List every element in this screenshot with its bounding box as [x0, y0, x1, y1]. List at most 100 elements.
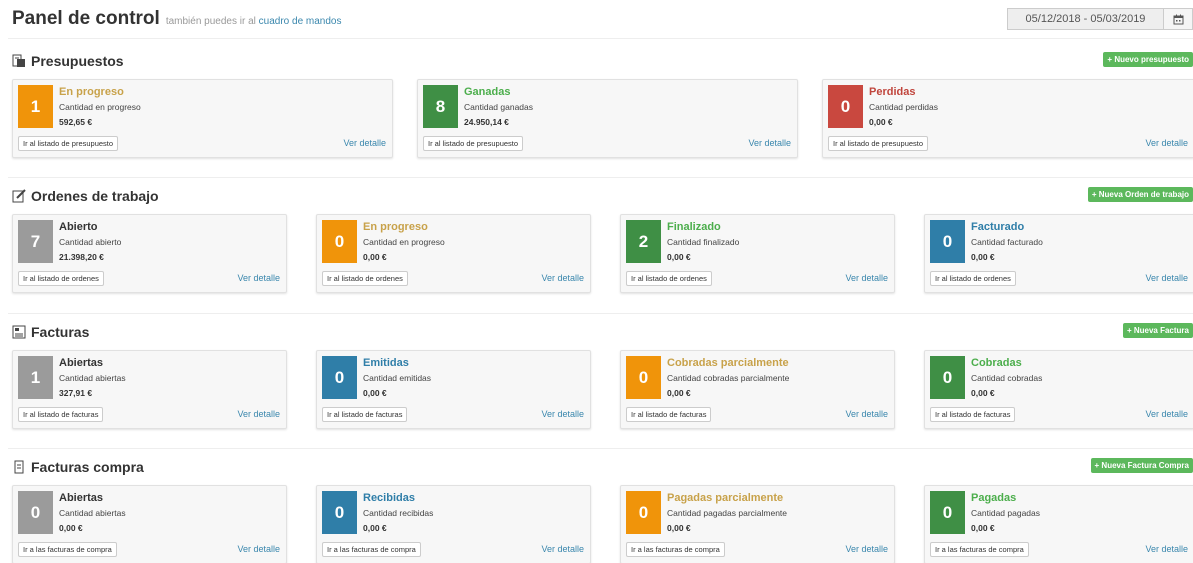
- go-to-list-button[interactable]: Ir al listado de facturas: [626, 407, 712, 422]
- card-label: Cantidad recibidas: [363, 508, 434, 518]
- card-title: Emitidas: [363, 357, 409, 369]
- count-badge: 0: [322, 356, 357, 399]
- view-detail-link[interactable]: Ver detalle: [1145, 273, 1188, 283]
- go-to-list-button[interactable]: Ir al listado de facturas: [930, 407, 1016, 422]
- page-title: Panel de control: [12, 8, 160, 29]
- card-label: Cantidad cobradas parcialmente: [667, 373, 790, 383]
- stat-card: 0 Pagadas parcialmente Cantidad pagadas …: [620, 485, 895, 563]
- view-detail-link[interactable]: Ver detalle: [845, 409, 888, 419]
- go-to-list-button[interactable]: Ir al listado de presupuesto: [18, 136, 119, 151]
- stat-card: 0 Facturado Cantidad facturado 0,00 € Ir…: [924, 214, 1193, 293]
- new-item-button[interactable]: + Nueva Orden de trabajo: [1087, 187, 1193, 202]
- stat-card: 0 Cobradas Cantidad cobradas 0,00 € Ir a…: [924, 350, 1193, 429]
- stat-card: 0 Pagadas Cantidad pagadas 0,00 € Ir a l…: [924, 485, 1193, 563]
- subtitle-text: también puedes ir al: [165, 16, 256, 27]
- card-amount: 0,00 €: [971, 523, 995, 533]
- stat-card: 8 Ganadas Cantidad ganadas 24.950,14 € I…: [417, 79, 798, 158]
- view-detail-link[interactable]: Ver detalle: [237, 409, 280, 419]
- card-label: Cantidad en progreso: [59, 102, 141, 112]
- go-to-list-button[interactable]: Ir a las facturas de compra: [322, 542, 421, 557]
- quote-icon: [12, 54, 26, 68]
- go-to-list-button[interactable]: Ir a las facturas de compra: [930, 542, 1029, 557]
- card-label: Cantidad abiertas: [59, 373, 126, 383]
- go-to-list-button[interactable]: Ir al listado de ordenes: [322, 271, 408, 286]
- view-detail-link[interactable]: Ver detalle: [845, 273, 888, 283]
- dashboard-link[interactable]: cuadro de mandos: [259, 16, 342, 27]
- section-title: Facturas: [31, 324, 90, 340]
- view-detail-link[interactable]: Ver detalle: [541, 544, 584, 554]
- divider: [8, 38, 1193, 39]
- card-amount: 0,00 €: [363, 388, 387, 398]
- card-title: Ganadas: [464, 86, 511, 98]
- go-to-list-button[interactable]: Ir a las facturas de compra: [18, 542, 117, 557]
- date-range-input[interactable]: 05/12/2018 - 05/03/2019: [1007, 8, 1164, 30]
- card-title: Abierto: [59, 221, 98, 233]
- card-amount: 0,00 €: [869, 117, 893, 127]
- view-detail-link[interactable]: Ver detalle: [237, 544, 280, 554]
- go-to-list-button[interactable]: Ir al listado de facturas: [18, 407, 104, 422]
- card-label: Cantidad perdidas: [869, 102, 938, 112]
- card-title: Abiertas: [59, 492, 104, 504]
- view-detail-link[interactable]: Ver detalle: [541, 273, 584, 283]
- count-badge: 8: [423, 85, 458, 128]
- count-badge: 0: [930, 356, 965, 399]
- stat-card: 0 Cobradas parcialmente Cantidad cobrada…: [620, 350, 895, 429]
- count-badge: 0: [322, 220, 357, 263]
- card-title: Abiertas: [59, 357, 104, 369]
- card-title: Recibidas: [363, 492, 415, 504]
- count-badge: 1: [18, 85, 53, 128]
- card-label: Cantidad ganadas: [464, 102, 534, 112]
- card-label: Cantidad pagadas parcialmente: [667, 508, 788, 518]
- count-badge: 2: [626, 220, 661, 263]
- go-to-list-button[interactable]: Ir a las facturas de compra: [626, 542, 725, 557]
- invoice-icon: [12, 325, 26, 339]
- count-badge: 0: [18, 491, 53, 534]
- stat-card: 0 En progreso Cantidad en progreso 0,00 …: [316, 214, 591, 293]
- go-to-list-button[interactable]: Ir al listado de facturas: [322, 407, 408, 422]
- card-title: Pagadas: [971, 492, 1017, 504]
- view-detail-link[interactable]: Ver detalle: [343, 138, 386, 148]
- card-title: Finalizado: [667, 221, 721, 233]
- card-title: En progreso: [363, 221, 428, 233]
- section-header: Presupuestos + Nuevo presupuesto: [0, 50, 1193, 72]
- go-to-list-button[interactable]: Ir al listado de ordenes: [626, 271, 712, 286]
- stat-card: 2 Finalizado Cantidad finalizado 0,00 € …: [620, 214, 895, 293]
- view-detail-link[interactable]: Ver detalle: [237, 273, 280, 283]
- section-title: Ordenes de trabajo: [31, 188, 159, 204]
- divider: [8, 177, 1193, 178]
- view-detail-link[interactable]: Ver detalle: [748, 138, 791, 148]
- card-amount: 0,00 €: [971, 252, 995, 262]
- card-amount: 0,00 €: [971, 388, 995, 398]
- card-label: Cantidad pagadas: [971, 508, 1041, 518]
- view-detail-link[interactable]: Ver detalle: [1145, 138, 1188, 148]
- card-label: Cantidad en progreso: [363, 237, 445, 247]
- view-detail-link[interactable]: Ver detalle: [1145, 409, 1188, 419]
- new-item-button[interactable]: + Nuevo presupuesto: [1103, 52, 1193, 67]
- section-header: Ordenes de trabajo + Nueva Orden de trab…: [0, 185, 1193, 207]
- section-header: Facturas compra + Nueva Factura Compra: [0, 456, 1193, 478]
- go-to-list-button[interactable]: Ir al listado de ordenes: [930, 271, 1016, 286]
- card-amount: 0,00 €: [363, 252, 387, 262]
- stat-card: 1 En progreso Cantidad en progreso 592,6…: [12, 79, 393, 158]
- count-badge: 0: [930, 220, 965, 263]
- stat-card: 0 Emitidas Cantidad emitidas 0,00 € Ir a…: [316, 350, 591, 429]
- card-amount: 24.950,14 €: [464, 117, 509, 127]
- calendar-button[interactable]: [1164, 8, 1193, 30]
- section-title: Facturas compra: [31, 459, 144, 475]
- page-subtitle: también puedes ir al cuadro de mandos: [166, 16, 342, 27]
- go-to-list-button[interactable]: Ir al listado de ordenes: [18, 271, 104, 286]
- section-header: Facturas + Nueva Factura: [0, 321, 1193, 343]
- card-label: Cantidad abiertas: [59, 508, 126, 518]
- card-label: Cantidad emitidas: [363, 373, 432, 383]
- count-badge: 1: [18, 356, 53, 399]
- new-item-button[interactable]: + Nueva Factura: [1122, 323, 1193, 338]
- new-item-button[interactable]: + Nueva Factura Compra: [1090, 458, 1193, 473]
- card-amount: 0,00 €: [667, 523, 691, 533]
- edit-icon: [12, 189, 26, 203]
- view-detail-link[interactable]: Ver detalle: [1145, 544, 1188, 554]
- view-detail-link[interactable]: Ver detalle: [541, 409, 584, 419]
- go-to-list-button[interactable]: Ir al listado de presupuesto: [828, 136, 929, 151]
- count-badge: 0: [828, 85, 863, 128]
- view-detail-link[interactable]: Ver detalle: [845, 544, 888, 554]
- go-to-list-button[interactable]: Ir al listado de presupuesto: [423, 136, 524, 151]
